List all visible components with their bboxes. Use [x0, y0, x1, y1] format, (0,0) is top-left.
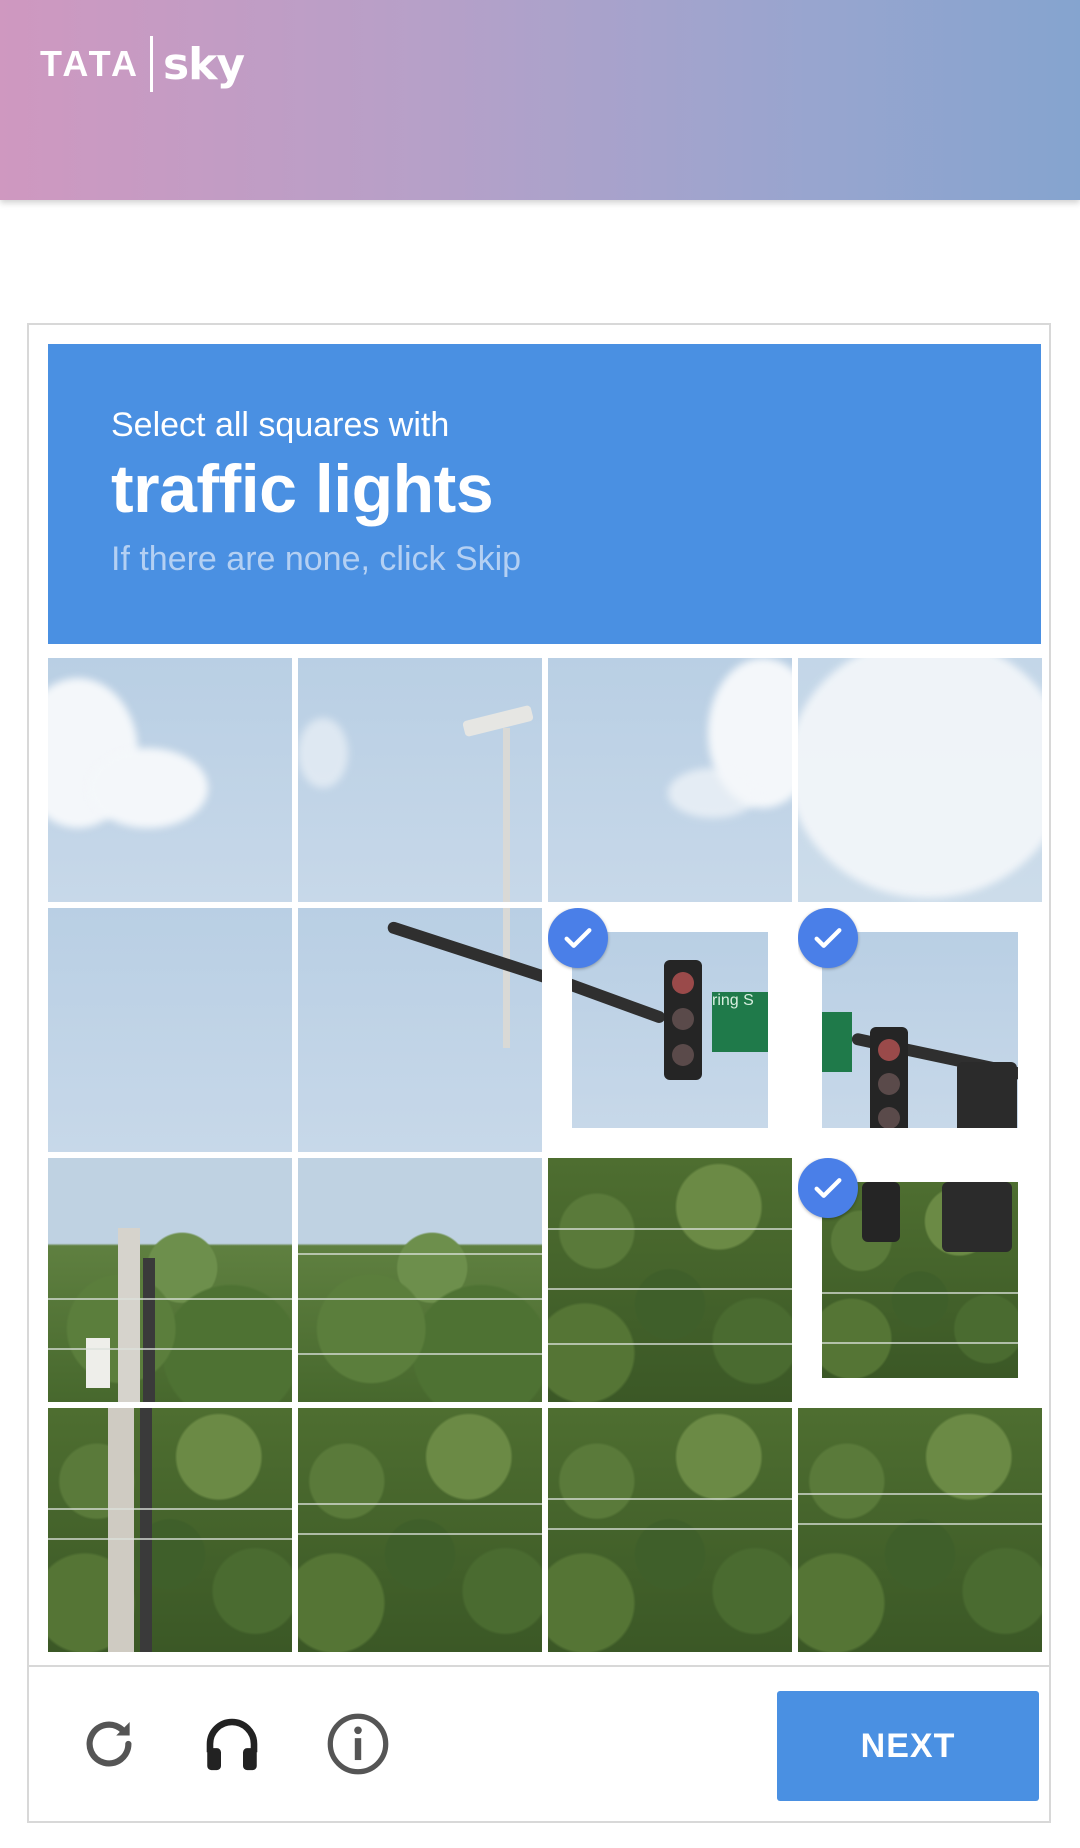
street-sign — [822, 1012, 852, 1072]
tile-image — [298, 658, 542, 902]
grid-tile-r4c4[interactable] — [798, 1408, 1042, 1652]
tile-image — [48, 908, 292, 1152]
next-button[interactable]: NEXT — [777, 1691, 1039, 1801]
grid-tile-r3c2[interactable] — [298, 1158, 542, 1402]
street-sign: ring S — [712, 992, 768, 1052]
street-lamp-pole — [143, 1258, 155, 1402]
grid-tile-r3c3[interactable] — [548, 1158, 792, 1402]
grid-tile-r3c4[interactable] — [798, 1158, 1042, 1402]
grid-tile-r4c3[interactable] — [548, 1408, 792, 1652]
utility-pole — [108, 1408, 134, 1652]
traffic-light-back — [957, 1062, 1017, 1128]
tile-image — [548, 1158, 792, 1402]
grid-tile-r2c2[interactable] — [298, 908, 542, 1152]
signal-arm — [386, 920, 542, 991]
grid-tile-r4c1[interactable] — [48, 1408, 292, 1652]
instruction-target: traffic lights — [111, 451, 494, 527]
tile-image — [298, 1408, 542, 1652]
selected-check-icon — [798, 1158, 858, 1218]
grid-tile-r1c2[interactable] — [298, 658, 542, 902]
reload-button[interactable] — [69, 1706, 149, 1786]
image-grid: ring S — [48, 658, 1043, 1653]
lamp-pole — [503, 728, 510, 902]
utility-pole — [118, 1228, 140, 1402]
instruction-banner: Select all squares with traffic lights I… — [48, 344, 1041, 644]
grid-tile-r1c4[interactable] — [798, 658, 1042, 902]
info-icon — [323, 1709, 393, 1784]
tile-image — [48, 658, 292, 902]
traffic-light — [664, 960, 702, 1080]
instruction-hint: If there are none, click Skip — [111, 540, 522, 578]
traffic-light-back — [942, 1182, 1012, 1252]
logo-text-tata: TATA — [40, 43, 140, 84]
signal-arm — [572, 972, 667, 1025]
tile-image — [798, 1408, 1042, 1652]
tile-image — [798, 658, 1042, 902]
tile-image — [298, 1158, 542, 1402]
logo-divider — [149, 36, 153, 92]
grid-tile-r3c1[interactable] — [48, 1158, 292, 1402]
grid-tile-r1c3[interactable] — [548, 658, 792, 902]
logo-text-sky: sky — [162, 38, 245, 90]
tile-image — [48, 1408, 292, 1652]
audio-challenge-button[interactable] — [192, 1706, 272, 1786]
help-button[interactable] — [318, 1706, 398, 1786]
headphones-icon — [199, 1711, 265, 1782]
grid-tile-r2c1[interactable] — [48, 908, 292, 1152]
selected-check-icon — [548, 908, 608, 968]
lamp-pole — [503, 908, 510, 1048]
footer-divider — [29, 1665, 1049, 1667]
grid-tile-r1c1[interactable] — [48, 658, 292, 902]
tile-image: ring S — [572, 932, 768, 1128]
tile-image — [48, 1158, 292, 1402]
tile-image — [298, 908, 542, 1152]
selected-check-icon — [798, 908, 858, 968]
street-lamp-pole — [140, 1408, 152, 1652]
traffic-light — [870, 1027, 908, 1128]
grid-tile-r2c3[interactable]: ring S — [548, 908, 792, 1152]
tile-image — [822, 932, 1018, 1128]
traffic-light — [862, 1182, 900, 1242]
tile-image — [548, 1408, 792, 1652]
grid-tile-r4c2[interactable] — [298, 1408, 542, 1652]
instruction-text: Select all squares with — [111, 406, 450, 444]
reload-icon — [78, 1713, 140, 1780]
recaptcha-challenge: Select all squares with traffic lights I… — [27, 323, 1051, 1823]
tile-image — [548, 658, 792, 902]
camera-head — [462, 704, 534, 738]
pole-box — [86, 1338, 110, 1388]
app-header: TATA sky — [0, 0, 1080, 200]
grid-tile-r2c4[interactable] — [798, 908, 1042, 1152]
tata-sky-logo: TATA sky — [40, 34, 245, 94]
tile-image — [822, 1182, 1018, 1378]
